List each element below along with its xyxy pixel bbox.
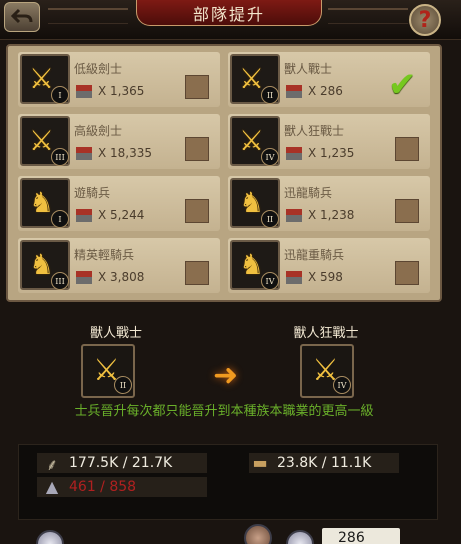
troop-count-icon xyxy=(286,147,302,160)
troop-count-icon xyxy=(76,209,92,222)
header-ornament-left xyxy=(48,8,128,24)
unit-slot[interactable]: ⚔ IV 獸人狂戰士 X 1,235 xyxy=(228,114,430,169)
unit-slot[interactable]: ♞ IV 迅龍重騎兵 X 598 xyxy=(228,238,430,293)
checkmark-icon[interactable]: ✔ xyxy=(388,65,417,105)
tier-badge: IV xyxy=(261,272,279,290)
tier-badge: IV xyxy=(333,376,351,394)
food-resource: ⸙ 177.5K / 21.7K xyxy=(41,453,173,474)
unit-name: 低級劍士 xyxy=(74,62,123,76)
header-bar: 部隊提升 ? xyxy=(0,0,461,40)
select-checkbox[interactable] xyxy=(185,199,209,223)
unit-slot[interactable]: ♞ II 迅龍騎兵 X 1,238 xyxy=(228,176,430,231)
unit-grid: ⚔ I 低級劍士 X 1,365 ⚔ II 獸人戰士 X 286 ✔ ⚔ III… xyxy=(6,44,442,302)
swordsman-icon: ⚔ I xyxy=(20,54,70,104)
tier-badge: II xyxy=(114,376,132,394)
unit-slot[interactable]: ⚔ III 高級劍士 X 18,335 xyxy=(18,114,220,169)
resource-panel: ⸙ 177.5K / 21.7K ▬ 23.8K / 11.1K ▲ 461 /… xyxy=(18,444,438,520)
select-checkbox[interactable] xyxy=(395,261,419,285)
wood-amount: 23.8K / 11.1K xyxy=(277,455,372,471)
tier-badge: IV xyxy=(261,148,279,166)
tier-badge: II xyxy=(261,86,279,104)
upgrade-rule-note: 士兵晉升每次都只能晉升到本種族本職業的更高一級 xyxy=(74,404,374,419)
iron-resource: ▲ 461 / 858 xyxy=(41,477,136,497)
food-amount: 177.5K / 21.7K xyxy=(69,455,173,471)
increase-button[interactable] xyxy=(286,530,314,544)
question-icon: ? xyxy=(418,7,432,33)
tier-badge: III xyxy=(51,272,69,290)
tier-badge: I xyxy=(51,86,69,104)
unit-count: X 18,335 xyxy=(98,146,153,160)
cavalry-icon: ♞ IV xyxy=(230,240,280,290)
unit-name: 精英輕騎兵 xyxy=(74,248,135,262)
back-button[interactable] xyxy=(4,2,40,32)
upgrade-to-name: 獸人狂戰士 xyxy=(293,326,359,341)
troop-count-icon xyxy=(286,271,302,284)
tier-badge: II xyxy=(261,210,279,228)
wood-resource: ▬ 23.8K / 11.1K xyxy=(249,453,371,473)
select-checkbox[interactable] xyxy=(185,75,209,99)
unit-name: 獸人狂戰士 xyxy=(284,124,345,138)
unit-count: X 1,365 xyxy=(98,84,145,98)
swordsman-icon: ⚔ II xyxy=(230,54,280,104)
select-checkbox[interactable] xyxy=(395,137,419,161)
upgrade-from-icon: ⚔ II xyxy=(81,344,135,398)
quantity-input[interactable]: 286 xyxy=(322,528,400,544)
unit-name: 高級劍士 xyxy=(74,124,123,138)
troop-count-icon xyxy=(76,147,92,160)
unit-slot[interactable]: ♞ I 遊騎兵 X 5,244 xyxy=(18,176,220,231)
iron-amount: 461 / 858 xyxy=(69,479,137,495)
unit-count: X 5,244 xyxy=(98,208,145,222)
bottom-controls: 286 xyxy=(0,524,461,544)
help-button[interactable]: ? xyxy=(409,4,441,36)
back-arrow-icon xyxy=(11,8,33,24)
upgrade-section: 獸人戰士 ⚔ II ➜ 獸人狂戰士 ⚔ IV 士兵晉升每次都只能晉升到本種族本職… xyxy=(6,312,442,430)
unit-count: X 1,235 xyxy=(308,146,355,160)
tier-badge: I xyxy=(51,210,69,228)
decrease-button[interactable] xyxy=(36,530,64,544)
unit-count: X 3,808 xyxy=(98,270,145,284)
unit-name: 迅龍騎兵 xyxy=(284,186,333,200)
header-ornament-right xyxy=(328,8,408,24)
unit-slot[interactable]: ⚔ II 獸人戰士 X 286 ✔ xyxy=(228,52,430,107)
troop-count-icon xyxy=(286,85,302,98)
unit-count: X 1,238 xyxy=(308,208,355,222)
cavalry-icon: ♞ III xyxy=(20,240,70,290)
unit-slot[interactable]: ⚔ I 低級劍士 X 1,365 xyxy=(18,52,220,107)
cavalry-icon: ♞ I xyxy=(20,178,70,228)
wood-log-icon: ▬ xyxy=(252,453,268,472)
unit-count: X 598 xyxy=(308,270,343,284)
upgrade-from-name: 獸人戰士 xyxy=(89,326,142,341)
troop-count-icon xyxy=(76,271,92,284)
unit-name: 迅龍重騎兵 xyxy=(284,248,345,262)
unit-count: X 286 xyxy=(308,84,343,98)
wheat-icon: ⸙ xyxy=(45,455,58,474)
unit-name: 遊騎兵 xyxy=(74,186,111,200)
iron-ore-icon: ▲ xyxy=(45,477,59,496)
arrow-right-icon: ➜ xyxy=(213,358,239,393)
page-title: 部隊提升 xyxy=(136,0,322,26)
troop-count-icon xyxy=(76,85,92,98)
tier-badge: III xyxy=(51,148,69,166)
unit-portrait-icon xyxy=(244,524,272,544)
troop-count-icon xyxy=(286,209,302,222)
unit-slot[interactable]: ♞ III 精英輕騎兵 X 3,808 xyxy=(18,238,220,293)
swordsman-icon: ⚔ IV xyxy=(230,116,280,166)
select-checkbox[interactable] xyxy=(395,199,419,223)
select-checkbox[interactable] xyxy=(185,261,209,285)
cavalry-icon: ♞ II xyxy=(230,178,280,228)
swordsman-icon: ⚔ III xyxy=(20,116,70,166)
unit-name: 獸人戰士 xyxy=(284,62,333,76)
select-checkbox[interactable] xyxy=(185,137,209,161)
upgrade-to-icon: ⚔ IV xyxy=(300,344,354,398)
